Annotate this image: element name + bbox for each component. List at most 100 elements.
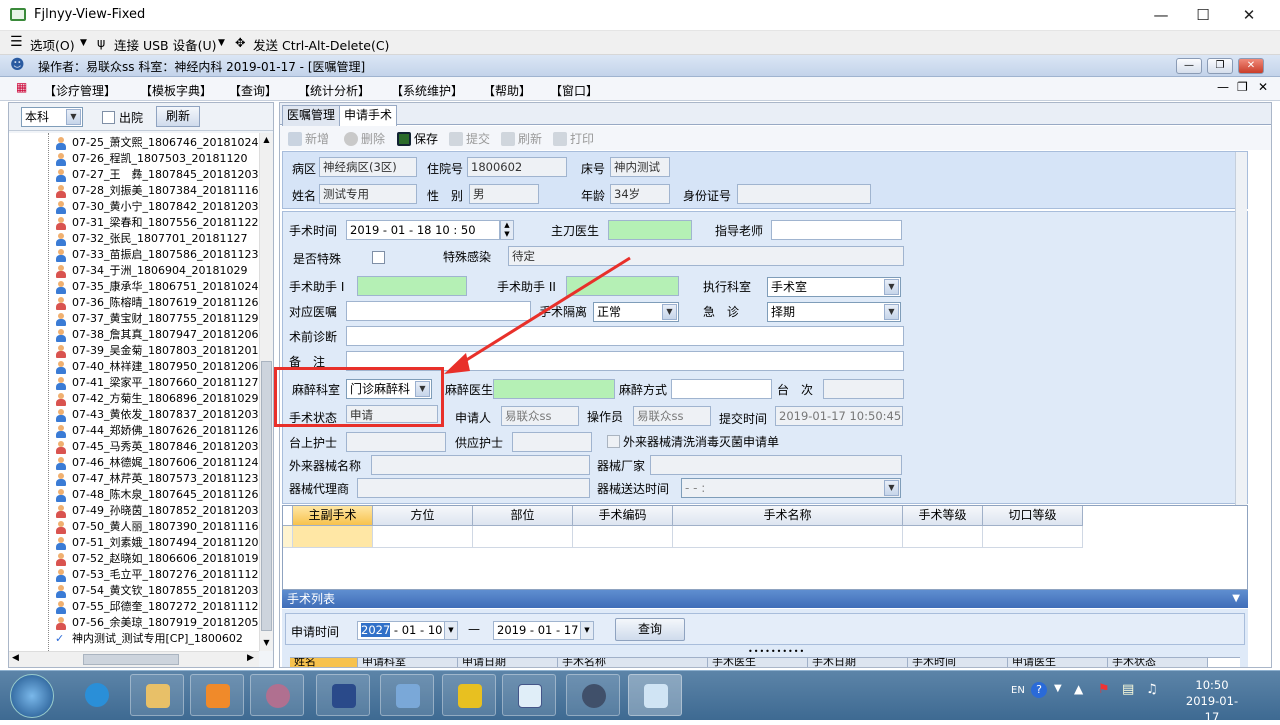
op-time-spinner[interactable]: ▲ ▼ [500, 220, 514, 240]
patient-tree-item[interactable]: 07-27_王 彝_1807845_20181203 [9, 167, 259, 183]
surgeon-field[interactable] [608, 220, 692, 240]
patient-tree-item[interactable]: 07-34_于洲_1806904_20181029 [9, 263, 259, 279]
menu-query[interactable]: 【查询】 [229, 82, 277, 99]
patient-tree-item[interactable]: 07-43_黄依发_1807837_20181203 [9, 407, 259, 423]
patient-tree-item[interactable]: 07-53_毛立平_1807276_20181112 [9, 567, 259, 583]
special-checkbox[interactable] [372, 251, 385, 264]
table-field[interactable] [823, 379, 904, 399]
refresh-button[interactable]: 刷新 [156, 106, 200, 127]
patient-tree-item[interactable]: 07-30_黄小宁_1807842_20181203 [9, 199, 259, 215]
app-minimize-button[interactable]: — [1176, 58, 1202, 74]
list-col-header[interactable]: 姓名 [290, 658, 358, 667]
flag-icon[interactable]: ⚑ [1098, 682, 1110, 697]
menu-system[interactable]: 【系统维护】 [391, 82, 463, 99]
menu-template[interactable]: 【模板字典】 [140, 82, 212, 99]
menu-stats[interactable]: 【统计分析】 [298, 82, 370, 99]
scrollbar-thumb[interactable] [83, 654, 179, 665]
patient-tree-item[interactable]: 07-32_张民_1807701_20181127 [9, 231, 259, 247]
mdi-minimize-icon[interactable]: — [1217, 80, 1229, 94]
grid-cell[interactable] [673, 526, 903, 548]
new-button[interactable]: 新增 [288, 130, 329, 147]
minimize-button[interactable]: — [1138, 0, 1184, 31]
maximize-button[interactable]: ☐ [1180, 0, 1226, 31]
patient-tree-item[interactable]: 07-42_方菊生_1806896_20181029 [9, 391, 259, 407]
patient-tree-item[interactable]: 07-33_苗振启_1807586_20181123 [9, 247, 259, 263]
patient-tree-item[interactable]: 07-45_马秀英_1807846_20181203 [9, 439, 259, 455]
dept-select[interactable]: 本科 ▼ [21, 107, 83, 127]
list-col-header[interactable]: 手术医生 [708, 658, 808, 667]
grid-cell[interactable] [373, 526, 473, 548]
nurse-field[interactable] [346, 432, 446, 452]
patient-tree-item[interactable]: 07-41_梁家平_1807660_20181127 [9, 375, 259, 391]
list-col-header[interactable]: 手术日期 [808, 658, 908, 667]
patient-tree-item[interactable]: 07-47_林芹英_1807573_20181123 [9, 471, 259, 487]
list-col-header[interactable]: 手术时间 [908, 658, 1008, 667]
print-button[interactable]: 打印 [553, 130, 594, 147]
col-main-secondary[interactable]: 主副手术 [293, 506, 373, 526]
delete-button[interactable]: 删除 [344, 130, 385, 147]
taskbar-app2[interactable] [442, 674, 496, 716]
maker-field[interactable] [650, 455, 902, 475]
menu-usb[interactable]: 连接 USB 设备(U) [114, 35, 217, 54]
taskbar-app3[interactable] [502, 674, 556, 716]
patient-tree-item[interactable]: 07-48_陈木泉_1807645_20181126 [9, 487, 259, 503]
urgent-select[interactable]: 择期 ▼ [767, 302, 901, 322]
network-icon[interactable]: ▤ [1122, 682, 1134, 697]
patient-tree-item[interactable]: 07-50_黄人丽_1807390_20181116 [9, 519, 259, 535]
grid-cell[interactable] [903, 526, 983, 548]
grid-cell[interactable] [573, 526, 673, 548]
list-col-header[interactable]: 手术名称 [558, 658, 708, 667]
chevron-down-icon[interactable]: ▼ [1054, 683, 1062, 694]
query-button[interactable]: 查询 [615, 618, 685, 641]
taskbar-his[interactable] [628, 674, 682, 716]
pin-icon[interactable]: ▼ [1232, 590, 1240, 608]
language-indicator[interactable]: EN [1011, 685, 1025, 696]
menu-window[interactable]: 【窗口】 [550, 82, 598, 99]
patient-tree-item[interactable]: 07-37_黄宝财_1807755_20181129 [9, 311, 259, 327]
list-col-header[interactable]: 申请科室 [358, 658, 458, 667]
device-name-field[interactable] [371, 455, 590, 475]
app-close-button[interactable]: ✕ [1238, 58, 1264, 74]
save-button[interactable]: 保存 [397, 130, 438, 147]
col-code[interactable]: 手术编码 [573, 506, 673, 526]
discharged-checkbox[interactable] [102, 111, 115, 124]
tree-vertical-scrollbar[interactable]: ▲ ▼ [259, 133, 273, 651]
taskbar-ie[interactable] [70, 674, 124, 716]
mdi-restore-icon[interactable]: ❐ [1237, 80, 1248, 94]
patient-tree-item[interactable]: 07-56_余美琼_1807919_20181205 [9, 615, 259, 631]
help-icon[interactable]: ? [1031, 682, 1047, 698]
op-time-picker[interactable]: 2019 - 01 - 18 10 : 50 [346, 220, 500, 240]
patient-tree-item[interactable]: 07-55_邱德奎_1807272_20181112 [9, 599, 259, 615]
list-col-header[interactable]: 手术状态 [1108, 658, 1208, 667]
app-restore-button[interactable]: ❐ [1207, 58, 1233, 74]
start-button[interactable] [10, 674, 54, 718]
to-date-picker[interactable]: 2019 - 01 - 17 [493, 621, 581, 640]
splitter-grip[interactable]: •••••••••• [748, 647, 805, 656]
chevron-down-icon[interactable]: ▼ [444, 621, 458, 640]
volume-icon[interactable]: ♫ [1146, 682, 1158, 697]
patient-tree-item[interactable]: 07-44_郑娇佛_1807626_20181126 [9, 423, 259, 439]
grid-cell[interactable] [473, 526, 573, 548]
mdi-close-icon[interactable]: ✕ [1258, 80, 1268, 94]
patient-tree-item[interactable]: 07-51_刘素娥_1807494_20181120 [9, 535, 259, 551]
taskbar-db[interactable] [250, 674, 304, 716]
menu-send-cad[interactable]: 发送 Ctrl-Alt-Delete(C) [253, 35, 389, 54]
hamburger-icon[interactable]: ☰ [10, 34, 23, 50]
patient-tree-item[interactable]: 07-49_孙晓茵_1807852_20181203 [9, 503, 259, 519]
scrollbar-thumb[interactable] [261, 361, 272, 631]
taskbar-explorer[interactable] [130, 674, 184, 716]
patient-tree-item[interactable]: 07-31_梁春和_1807556_20181122 [9, 215, 259, 231]
grid-cell[interactable] [983, 526, 1083, 548]
patient-tree-item[interactable]: 07-54_黄文钦_1807855_20181203 [9, 583, 259, 599]
sterilize-checkbox[interactable] [607, 435, 620, 448]
patient-tree-item[interactable]: 07-40_林祥建_1807950_20181206 [9, 359, 259, 375]
taskbar-media[interactable] [190, 674, 244, 716]
taskbar-sql[interactable] [316, 674, 370, 716]
patient-tree-item[interactable]: 07-38_詹其真_1807947_20181206 [9, 327, 259, 343]
menu-clinic[interactable]: 【诊疗管理】 [44, 82, 116, 99]
mentor-field[interactable] [771, 220, 902, 240]
refresh-toolbar-button[interactable]: 刷新 [501, 130, 542, 147]
patient-tree-item[interactable]: 07-25_萧文熙_1806746_20181024 [9, 135, 259, 151]
from-date-picker[interactable]: 2027 - 01 - 10 [357, 621, 445, 640]
patient-tree-item[interactable]: 07-26_程凯_1807503_20181120 [9, 151, 259, 167]
